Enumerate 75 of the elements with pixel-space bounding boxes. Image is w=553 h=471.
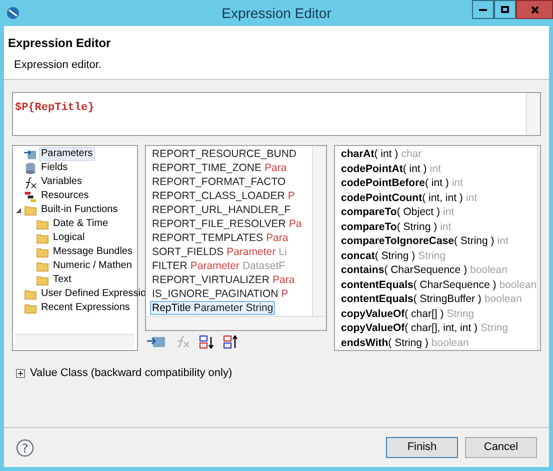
list-item[interactable]: RepTitle Parameter String (150, 301, 276, 315)
list-item[interactable]: FILTER Parameter DatasetF (150, 259, 288, 273)
horizontal-scrollbar[interactable] (146, 316, 326, 330)
expand-toggle[interactable] (16, 368, 25, 378)
dialog-description: Expression editor. (14, 58, 102, 73)
tree-item[interactable]: Parameters (39, 147, 95, 161)
insert-parameter-icon[interactable] (147, 335, 167, 349)
tree-item[interactable]: Resources (39, 189, 91, 203)
database-icon (24, 162, 37, 174)
tree-item[interactable]: User Defined Expressio (39, 287, 148, 301)
list-item[interactable]: IS_IGNORE_PAGINATION P (150, 287, 290, 301)
method-item[interactable]: copyValueOf( char[] ) String (341, 306, 537, 321)
tree-item[interactable]: Built-in Functions (39, 203, 120, 217)
maximize-button[interactable] (494, 0, 516, 19)
tree-item[interactable]: Logical (51, 231, 87, 245)
parameter-icon (24, 148, 37, 160)
window-title: Expression Editor (220, 4, 332, 23)
method-item[interactable]: charAt( int ) char (341, 147, 537, 162)
method-item[interactable]: contentEquals( CharSequence ) boolean (341, 278, 537, 292)
horizontal-scrollbar[interactable] (15, 334, 135, 348)
tree-item[interactable]: Numeric / Mathen (51, 259, 134, 273)
tree-item[interactable]: Text (51, 273, 74, 287)
folder-icon (36, 260, 49, 272)
method-item[interactable]: codePointBefore( int ) int (341, 176, 537, 190)
minimize-icon (479, 8, 487, 11)
vertical-scrollbar[interactable] (312, 146, 326, 316)
section-label: Value Class (backward compatibility only) (30, 366, 232, 381)
list-item[interactable]: REPORT_URL_HANDLER_F (150, 203, 293, 217)
vertical-scrollbar[interactable] (526, 93, 540, 135)
sort-descending-icon[interactable] (223, 335, 239, 349)
method-item[interactable]: compareTo( String ) int (341, 220, 537, 234)
folder-icon (36, 218, 49, 230)
list-item[interactable]: REPORT_TEMPLATES Para (150, 231, 290, 245)
vertical-scrollbar[interactable] (536, 146, 540, 350)
method-item[interactable]: contentEquals( StringBuffer ) boolean (341, 292, 537, 306)
list-item[interactable]: REPORT_FILE_RESOLVER Pa (150, 217, 304, 231)
list-item[interactable]: REPORT_FORMAT_FACTO (150, 175, 288, 189)
minimize-button[interactable] (472, 0, 494, 19)
folder-icon (24, 288, 37, 300)
tree-item[interactable]: Variables (39, 175, 84, 189)
flags-icon (24, 190, 37, 202)
tree-item[interactable]: Message Bundles (51, 245, 134, 259)
tree-item[interactable]: Fields (39, 161, 70, 175)
list-item[interactable]: REPORT_CLASS_LOADER P (150, 189, 297, 203)
folder-icon (36, 274, 49, 286)
method-item[interactable]: endsWith( String ) boolean (341, 336, 537, 350)
close-icon (530, 6, 538, 14)
folder-icon (36, 232, 49, 244)
method-item[interactable]: compareToIgnoreCase( String ) int (341, 234, 537, 248)
method-item[interactable]: copyValueOf( char[], int, int ) String (341, 321, 537, 336)
folder-icon (24, 204, 37, 216)
dialog-button[interactable]: Cancel (465, 437, 537, 458)
method-item[interactable]: compareTo( Object ) int (341, 205, 537, 220)
collapse-icon[interactable] (15, 206, 22, 214)
app-logo-icon (6, 6, 20, 20)
folder-icon (24, 302, 37, 314)
dialog-title: Expression Editor (8, 35, 112, 52)
list-item[interactable]: REPORT_RESOURCE_BUND (150, 147, 299, 161)
help-icon[interactable]: ? (16, 438, 34, 456)
tree-item[interactable]: Recent Expressions (39, 301, 132, 315)
method-item[interactable]: contains( CharSequence ) boolean (341, 263, 537, 278)
close-button[interactable] (516, 0, 553, 19)
function-icon (24, 176, 37, 188)
folder-icon (36, 246, 49, 258)
method-item[interactable]: codePointCount( int, int ) int (341, 190, 537, 205)
list-item[interactable]: SORT_FIELDS Parameter Li (150, 245, 289, 259)
method-item[interactable]: concat( String ) String (341, 248, 537, 263)
method-item[interactable]: codePointAt( int ) int (341, 162, 537, 176)
list-item[interactable]: REPORT_TIME_ZONE Para (150, 161, 289, 175)
expression-field[interactable]: $P{RepTitle} (12, 92, 541, 136)
maximize-icon (501, 6, 509, 13)
tree-item[interactable]: Date & Time (51, 217, 110, 231)
list-item[interactable]: REPORT_VIRTUALIZER Para (150, 273, 297, 287)
dialog-button[interactable]: Finish (386, 437, 458, 458)
sort-ascending-icon[interactable] (199, 335, 215, 349)
